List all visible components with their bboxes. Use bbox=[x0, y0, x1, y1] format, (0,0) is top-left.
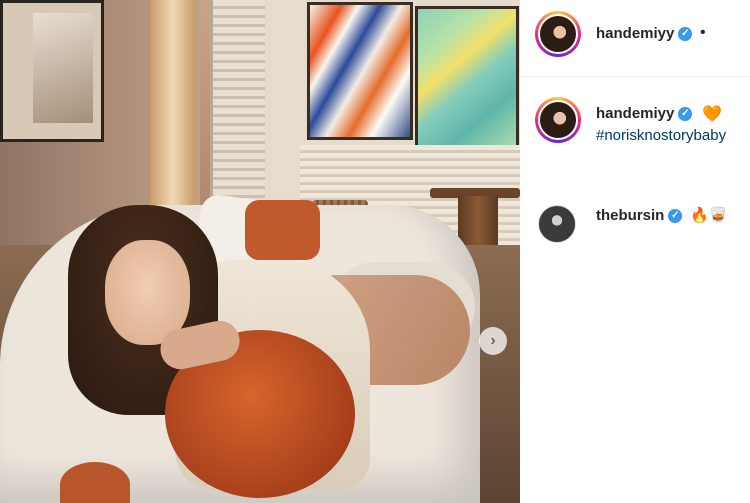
header-separator: • bbox=[700, 24, 706, 41]
header-username[interactable]: handemiyy bbox=[596, 25, 674, 42]
instagram-post: › handemiyy ✓ • handemiyy ✓ 🧡 #norisknosto… bbox=[0, 0, 750, 503]
post-header: handemiyy ✓ • bbox=[520, 0, 750, 77]
photo-lamp bbox=[150, 0, 195, 210]
caption-username-row[interactable]: handemiyy ✓ bbox=[596, 105, 693, 122]
post-side-panel: handemiyy ✓ • handemiyy ✓ 🧡 #norisknostory… bbox=[520, 0, 750, 503]
chevron-right-icon: › bbox=[490, 332, 496, 349]
comment-avatar[interactable] bbox=[538, 205, 576, 243]
heart-emoji-icon: 🧡 bbox=[702, 106, 722, 123]
header-avatar[interactable] bbox=[535, 11, 581, 57]
verified-badge-icon: ✓ bbox=[678, 107, 693, 122]
photo-painting-abstract bbox=[307, 2, 413, 140]
caption-hashtag[interactable]: #norisknostorybaby bbox=[596, 127, 726, 144]
comment-username-row[interactable]: thebursin ✓ bbox=[596, 207, 683, 224]
comment-username[interactable]: thebursin bbox=[596, 207, 664, 224]
comment-emojis: 🔥🥃 bbox=[690, 207, 728, 224]
photo-pillow-bottom bbox=[60, 462, 130, 503]
photo-artwork-left bbox=[0, 0, 104, 142]
photo-pillow-orange bbox=[245, 200, 320, 260]
next-photo-button[interactable]: › bbox=[479, 327, 507, 355]
post-photo[interactable]: › bbox=[0, 0, 520, 503]
caption-avatar[interactable] bbox=[535, 97, 581, 143]
verified-badge-icon: ✓ bbox=[668, 209, 683, 224]
caption-username[interactable]: handemiyy bbox=[596, 105, 674, 122]
photo-painting-green bbox=[415, 6, 519, 148]
verified-badge-icon: ✓ bbox=[678, 27, 693, 42]
photo-shutter-door bbox=[210, 0, 268, 215]
avatar-image bbox=[538, 14, 578, 54]
avatar-image bbox=[538, 100, 578, 140]
header-username-row[interactable]: handemiyy ✓ bbox=[596, 25, 693, 42]
